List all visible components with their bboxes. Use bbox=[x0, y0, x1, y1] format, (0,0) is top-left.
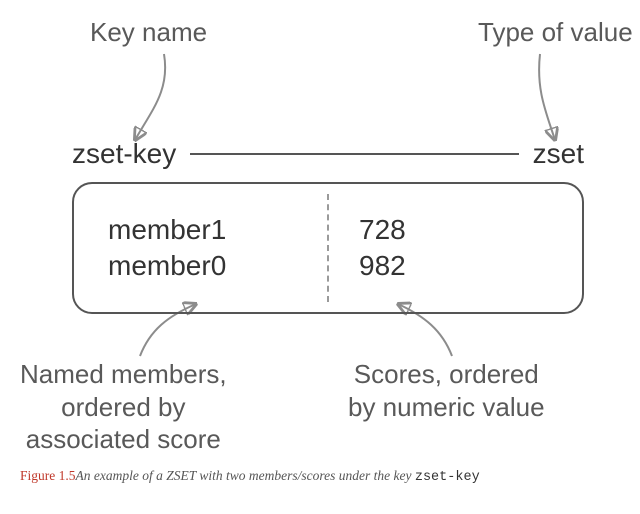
figure-number: Figure 1.5 bbox=[20, 468, 76, 483]
annotation-type-of-value: Type of value bbox=[478, 16, 633, 49]
column-divider bbox=[327, 194, 329, 302]
member-cell: member1 bbox=[108, 214, 331, 246]
caption-text-pre: An example of a bbox=[76, 468, 167, 483]
score-cell: 982 bbox=[359, 250, 582, 282]
members-column: member1 member0 bbox=[74, 184, 331, 312]
score-cell: 728 bbox=[359, 214, 582, 246]
zset-body: member1 member0 728 982 bbox=[72, 182, 584, 314]
annotation-named-members: Named members, ordered by associated sco… bbox=[20, 358, 227, 456]
caption-term: ZSET bbox=[166, 468, 196, 483]
zset-header: zset-key zset bbox=[72, 138, 584, 170]
zset-type-label: zset bbox=[533, 138, 584, 170]
zset-key-label: zset-key bbox=[72, 138, 176, 170]
header-divider bbox=[190, 153, 518, 155]
member-cell: member0 bbox=[108, 250, 331, 282]
annotation-key-name: Key name bbox=[90, 16, 207, 49]
arrow-type bbox=[539, 54, 555, 140]
annotation-scores-ordered: Scores, ordered by numeric value bbox=[348, 358, 545, 423]
figure-caption: Figure 1.5An example of a ZSET with two … bbox=[20, 468, 480, 485]
caption-text-mid: with two members/scores under the key bbox=[196, 468, 415, 483]
diagram-stage: Key name Type of value Named members, or… bbox=[0, 0, 640, 514]
arrow-key-name bbox=[135, 54, 165, 140]
caption-key: zset-key bbox=[415, 470, 480, 485]
zset-box: zset-key zset member1 member0 728 982 bbox=[72, 138, 584, 314]
scores-column: 728 982 bbox=[331, 184, 582, 312]
